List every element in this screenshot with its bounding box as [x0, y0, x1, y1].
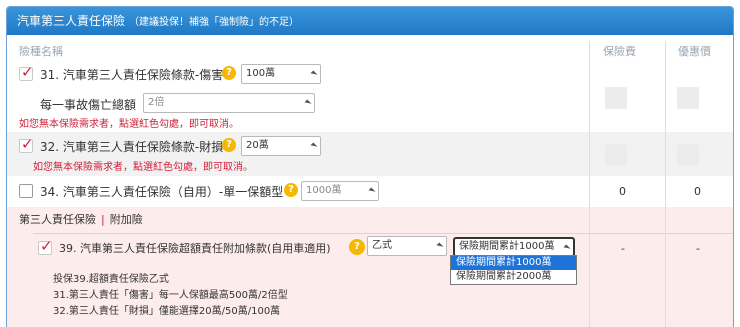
addon-section-title-main: 第三人責任保險	[19, 213, 96, 226]
row-32-note: 如您無本保險需求者，點選紅色勾處，即可取消。	[33, 162, 253, 173]
column-separator	[589, 41, 590, 327]
column-header-premium: 保險費	[603, 45, 636, 58]
row-31-note: 如您無本保險需求者，點選紅色勾處，即可取消。	[19, 119, 239, 130]
chevron-down-icon	[310, 70, 318, 78]
row-39-label: 39. 汽車第三人責任保險超額責任附加條款(自用車適用)	[59, 242, 331, 255]
discount-blurred	[677, 144, 699, 166]
addon-info-line: 32.第三人責任「財損」僅能選擇20萬/50萬/100萬	[53, 306, 281, 317]
insurance-panel: 汽車第三人責任保險 （建議投保！補強「強制險」的不足） 險種名稱 保險費 優惠價 …	[6, 6, 734, 327]
addon-info-line: 31.第三人責任「傷害」每一人保額最高500萬/2倍型	[53, 290, 288, 301]
chevron-down-icon	[310, 142, 318, 150]
addon-section-title-sub: 附加險	[109, 213, 143, 226]
row-39-premium: -	[621, 242, 625, 255]
limit-dropdown-list[interactable]: 保險期間累計1000萬 保險期間累計2000萬	[450, 255, 577, 285]
panel-title-bar: 汽車第三人責任保險 （建議投保！補強「強制險」的不足）	[7, 7, 733, 35]
premium-blurred	[605, 87, 627, 109]
row-31-coverage-select[interactable]: 100萬	[241, 64, 321, 84]
chevron-down-icon	[436, 242, 444, 250]
column-header-discount: 優惠價	[678, 45, 711, 58]
section-divider: |	[101, 213, 105, 226]
row-39-limit-value: 保險期間累計1000萬	[459, 241, 555, 252]
addon-info-line: 投保39.超額責任保險乙式	[53, 274, 169, 285]
row-32-coverage-value: 20萬	[246, 140, 269, 151]
check-icon: ✓	[21, 63, 34, 81]
row-31-multiplier-select[interactable]: 2倍	[143, 93, 315, 113]
column-separator	[665, 41, 666, 327]
row-39-type-value: 乙式	[372, 240, 392, 251]
row-34-premium: 0	[619, 185, 626, 198]
row-31-sub-label: 每一事故傷亡總額	[40, 98, 137, 112]
row-34-label: 34. 汽車第三人責任保險（自用）-單一保額型	[40, 185, 284, 199]
premium-blurred	[605, 144, 627, 166]
row-32-coverage-select[interactable]: 20萬	[241, 136, 321, 156]
help-icon[interactable]: ?	[222, 66, 236, 80]
row-39-discount: -	[696, 242, 700, 255]
checkbox-row-32[interactable]: ✓	[19, 135, 34, 153]
row-34-coverage-select[interactable]: 1000萬	[301, 181, 379, 201]
panel-title: 汽車第三人責任保險	[17, 14, 126, 28]
chevron-down-icon	[563, 244, 571, 252]
row-34-discount: 0	[694, 185, 701, 198]
checkbox-row-31[interactable]: ✓	[19, 63, 34, 81]
help-icon[interactable]: ?	[284, 183, 298, 197]
help-icon[interactable]: ?	[349, 239, 365, 255]
chevron-down-icon	[304, 99, 312, 107]
row-31-multiplier-value: 2倍	[148, 97, 165, 108]
row-31-coverage-value: 100萬	[246, 68, 276, 79]
chevron-down-icon	[368, 187, 376, 195]
addon-info: 投保39.超額責任保險乙式 31.第三人責任「傷害」每一人保額最高500萬/2倍…	[53, 272, 288, 320]
checkbox-row-39[interactable]: ✓	[38, 237, 53, 255]
dropdown-option[interactable]: 保險期間累計1000萬	[451, 256, 576, 270]
help-icon[interactable]: ?	[222, 138, 236, 152]
addon-section-title: 第三人責任保險 | 附加險	[19, 211, 143, 227]
row-34-coverage-value: 1000萬	[306, 185, 342, 196]
discount-blurred	[677, 87, 699, 109]
check-icon: ✓	[21, 135, 34, 153]
row-31-label: 31. 汽車第三人責任保險條款-傷害	[40, 68, 224, 82]
dropdown-option[interactable]: 保險期間累計2000萬	[451, 270, 576, 284]
checkbox-row-34[interactable]	[19, 184, 33, 198]
row-32-label: 32. 汽車第三人責任保險條款-財損	[40, 140, 224, 154]
addon-divider	[33, 233, 733, 234]
row-39-limit-select[interactable]: 保險期間累計1000萬	[453, 237, 575, 257]
column-header-name: 險種名稱	[19, 45, 63, 58]
panel-subtitle: （建議投保！補強「強制險」的不足）	[129, 17, 300, 28]
check-icon: ✓	[40, 237, 53, 255]
row-39-type-select[interactable]: 乙式	[367, 236, 447, 256]
